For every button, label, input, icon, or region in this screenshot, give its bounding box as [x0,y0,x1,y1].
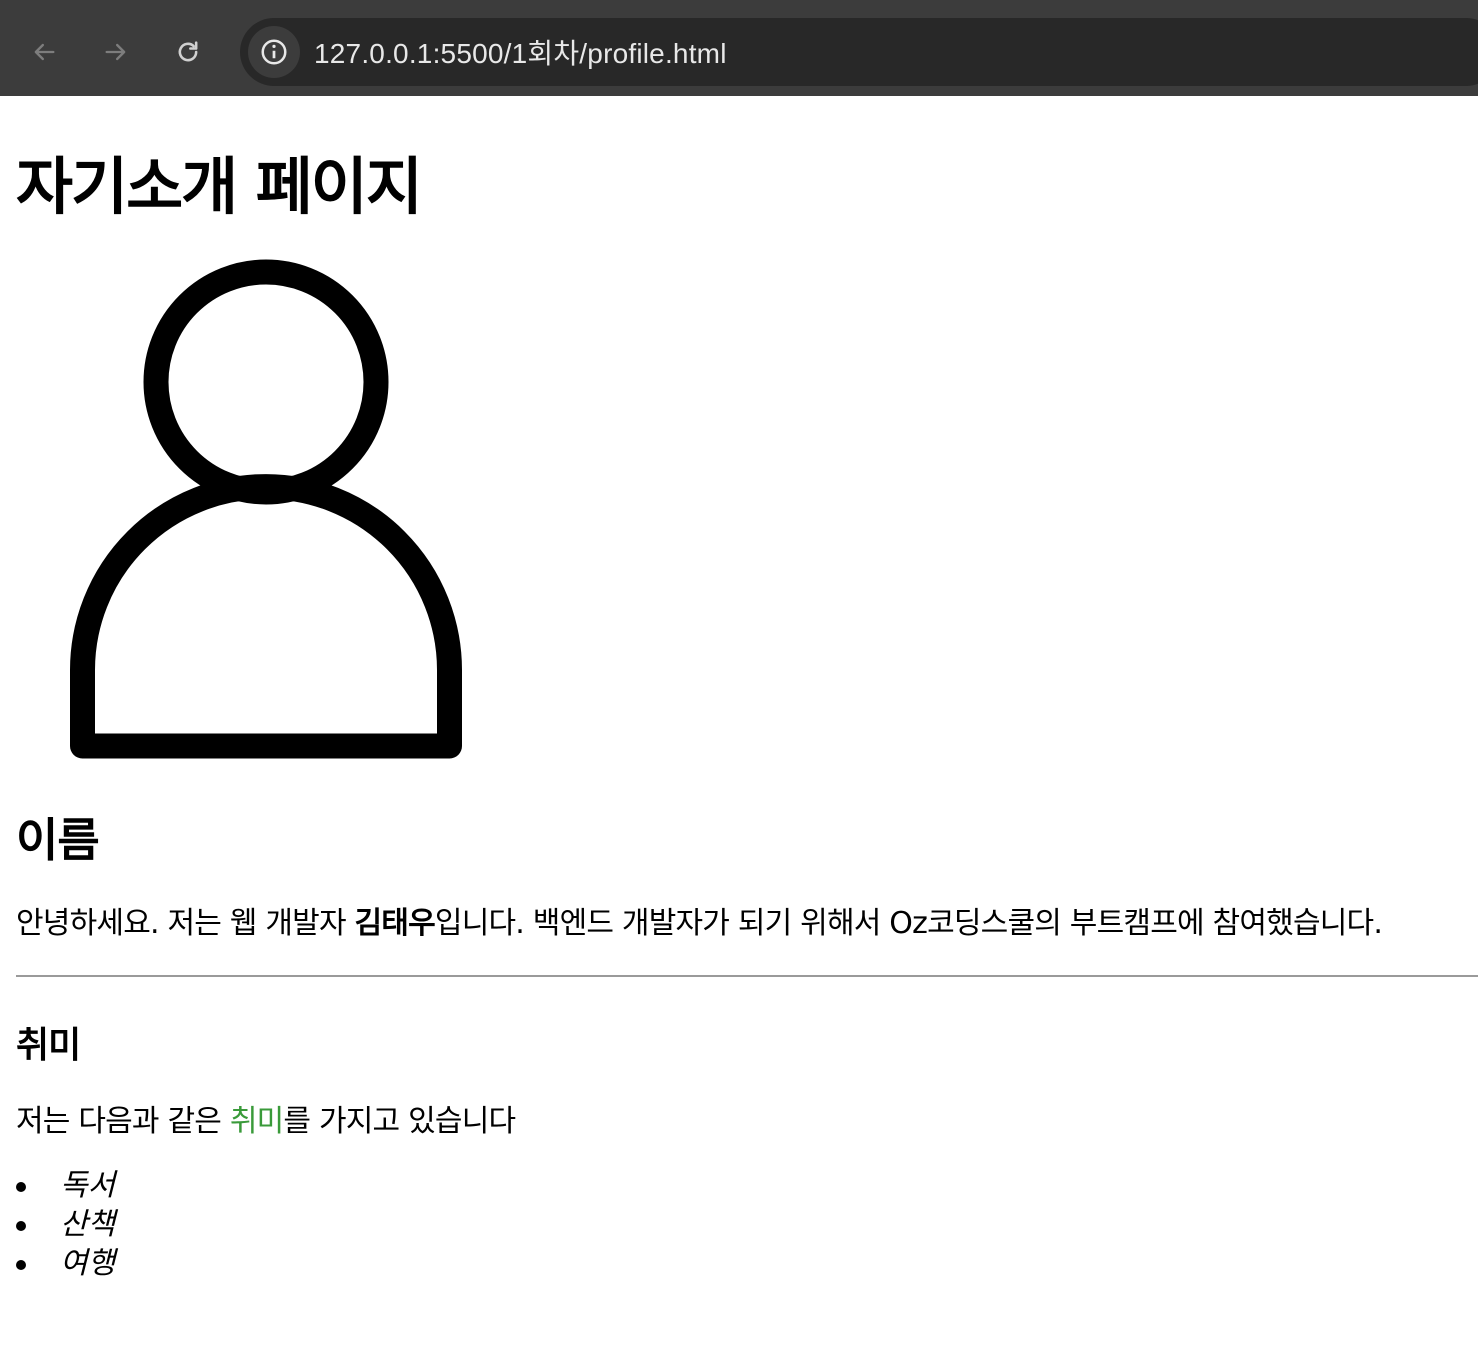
section-divider [16,975,1478,977]
intro-text-after: 입니다. 백엔드 개발자가 되기 위해서 Oz코딩스쿨의 부트캠프에 참여했습니… [434,906,1383,941]
hobby-highlight: 취미 [229,1104,284,1139]
bullet-icon [16,1182,26,1192]
list-item: 여행 [16,1244,115,1283]
toolbar-inner: 127.0.0.1:5500/1회차/profile.html [0,4,1478,92]
bullet-icon [16,1260,26,1270]
intro-paragraph: 안녕하세요. 저는 웹 개발자 김태우입니다. 백엔드 개발자가 되기 위해서 … [16,898,1383,942]
browser-toolbar: 127.0.0.1:5500/1회차/profile.html [0,0,1478,96]
page-content: 자기소개 페이지 이름 안녕하세요. 저는 웹 개발자 김태우입니다. 백엔드 … [0,96,1478,1368]
name-heading: 이름 [16,813,100,867]
forward-button[interactable] [96,32,136,72]
hobby-heading: 취미 [16,1025,81,1066]
hobby-intro-before: 저는 다음과 같은 [16,1104,230,1139]
site-info-button[interactable] [248,26,300,78]
hobby-label: 산책 [60,1207,116,1242]
back-button[interactable] [24,32,64,72]
hobby-intro-after: 를 가지고 있습니다 [283,1104,516,1139]
info-icon [261,39,287,65]
list-item: 독서 [16,1166,115,1205]
hobby-label: 독서 [60,1168,116,1203]
intro-text-before: 안녕하세요. 저는 웹 개발자 [16,906,355,941]
list-item: 산책 [16,1205,115,1244]
url-text[interactable]: 127.0.0.1:5500/1회차/profile.html [314,32,727,72]
page-title: 자기소개 페이지 [16,150,423,223]
reload-icon [178,41,198,62]
person-outline-icon [70,259,462,759]
reload-button[interactable] [168,32,208,72]
arrow-left-icon [34,43,55,61]
hobby-label: 여행 [60,1246,116,1281]
hobby-intro-paragraph: 저는 다음과 같은 취미를 가지고 있습니다 [16,1096,516,1140]
address-bar[interactable]: 127.0.0.1:5500/1회차/profile.html [240,18,1478,86]
hobby-list: 독서 산책 여행 [16,1166,115,1283]
bullet-icon [16,1221,26,1231]
author-name: 김태우 [354,906,435,941]
arrow-right-icon [105,43,126,61]
